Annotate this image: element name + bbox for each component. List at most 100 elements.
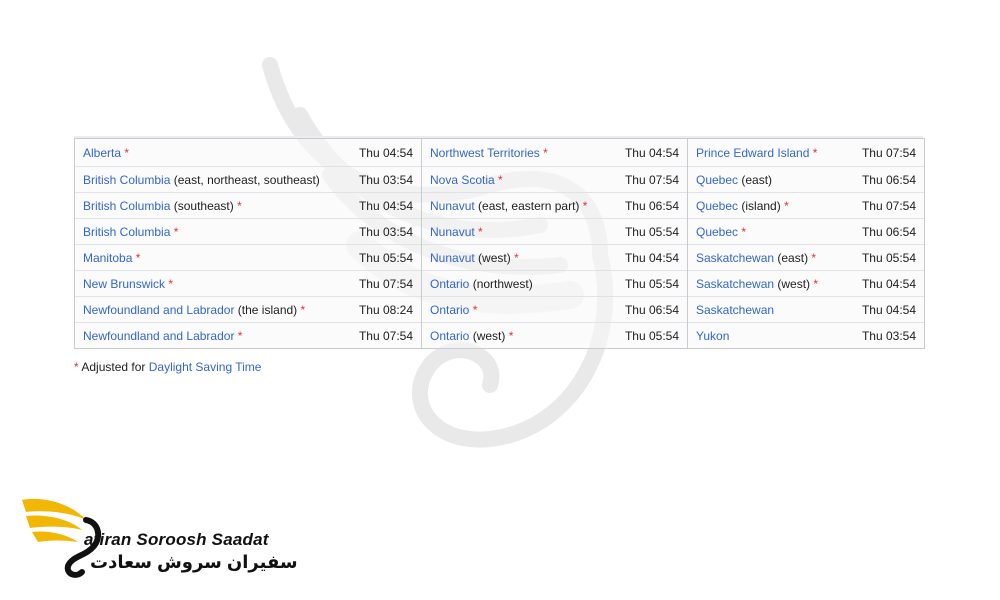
table-row: Nova Scotia * Thu 07:54 — [422, 166, 687, 192]
location-link[interactable]: Ontario — [430, 277, 469, 291]
location-link[interactable]: Quebec — [696, 225, 738, 239]
location-link[interactable]: Yukon — [696, 329, 729, 343]
location-link[interactable]: Quebec — [696, 173, 738, 187]
location-cell: British Columbia * — [83, 225, 178, 239]
local-time: Thu 03:54 — [358, 224, 413, 239]
location-cell: British Columbia (east, northeast, south… — [83, 173, 320, 187]
local-time: Thu 06:54 — [861, 172, 916, 187]
location-link[interactable]: British Columbia — [83, 225, 170, 239]
local-time: Thu 06:54 — [861, 224, 916, 239]
location-link[interactable]: British Columbia — [83, 199, 170, 213]
daylight-saving-time-link[interactable]: Daylight Saving Time — [149, 360, 262, 374]
dst-asterisk: * — [812, 145, 818, 160]
location-link[interactable]: Saskatchewan — [696, 303, 774, 317]
location-link[interactable]: Manitoba — [83, 251, 132, 265]
location-link[interactable]: Saskatchewan — [696, 277, 774, 291]
local-time: Thu 03:54 — [358, 172, 413, 187]
local-time: Thu 04:54 — [624, 145, 679, 160]
location-link[interactable]: Nunavut — [430, 251, 475, 265]
footnote-text: Adjusted for — [81, 360, 146, 374]
location-link[interactable]: Nova Scotia — [430, 173, 495, 187]
dst-asterisk: * — [478, 224, 483, 239]
table-row: British Columbia * Thu 03:54 — [75, 218, 421, 244]
local-time: Thu 07:54 — [861, 198, 916, 213]
location-link[interactable]: Newfoundland and Labrador — [83, 329, 234, 343]
local-time: Thu 07:54 — [861, 145, 916, 160]
location-cell: Quebec * — [696, 225, 746, 239]
dst-asterisk: * — [784, 198, 789, 213]
footnote: * Adjusted for Daylight Saving Time — [74, 360, 261, 374]
table-row: Saskatchewan Thu 04:54 — [688, 296, 924, 322]
dst-asterisk: * — [811, 250, 817, 265]
location-cell: Ontario * — [430, 303, 477, 317]
location-link[interactable]: British Columbia — [83, 173, 170, 187]
location-cell: Saskatchewan — [696, 303, 774, 317]
location-link[interactable]: Alberta — [83, 146, 121, 160]
dst-asterisk: * — [237, 328, 243, 343]
location-note: (island) — [741, 198, 781, 213]
location-note: (east, eastern part) — [478, 198, 580, 213]
timezone-column-1: Alberta * Thu 04:54 British Columbia (east… — [75, 139, 421, 348]
table-row: Ontario (northwest) Thu 05:54 — [422, 270, 687, 296]
local-time: Thu 04:54 — [358, 198, 413, 213]
dst-asterisk: * — [582, 198, 588, 213]
local-time: Thu 04:54 — [861, 302, 916, 317]
location-link[interactable]: Northwest Territories — [430, 146, 540, 160]
footnote-asterisk: * — [74, 360, 79, 374]
dst-asterisk: * — [135, 250, 141, 265]
logo-persian-text: سفیران سروش سعادت — [90, 552, 298, 572]
table-row: Quebec * Thu 06:54 — [688, 218, 924, 244]
location-note: (east) — [741, 172, 773, 187]
location-cell: Manitoba * — [83, 251, 140, 265]
local-time: Thu 04:54 — [861, 276, 916, 291]
dst-asterisk: * — [124, 145, 130, 160]
local-time: Thu 04:54 — [624, 250, 679, 265]
location-note: (the island) — [237, 302, 298, 317]
dst-asterisk: * — [543, 145, 548, 160]
location-cell: Newfoundland and Labrador * — [83, 329, 242, 343]
table-row: Newfoundland and Labrador (the island) *… — [75, 296, 421, 322]
table-row: British Columbia (southeast) * Thu 04:54 — [75, 192, 421, 218]
location-link[interactable]: Prince Edward Island — [696, 146, 809, 160]
location-cell: Newfoundland and Labrador (the island) * — [83, 303, 305, 317]
local-time: Thu 07:54 — [624, 172, 679, 187]
table-row: Yukon Thu 03:54 — [688, 322, 924, 348]
table-row: Prince Edward Island * Thu 07:54 — [688, 139, 924, 166]
table-row: New Brunswick * Thu 07:54 — [75, 270, 421, 296]
table-row: Manitoba * Thu 05:54 — [75, 244, 421, 270]
location-cell: Northwest Territories * — [430, 146, 548, 160]
location-cell: New Brunswick * — [83, 277, 173, 291]
local-time: Thu 07:54 — [358, 276, 413, 291]
local-time: Thu 08:24 — [358, 302, 413, 317]
location-note: (west) — [478, 250, 511, 265]
location-note: (west) — [472, 328, 506, 343]
location-cell: Alberta * — [83, 146, 129, 160]
location-link[interactable]: Ontario — [430, 329, 469, 343]
location-note: (east) — [777, 250, 809, 265]
location-link[interactable]: Newfoundland and Labrador — [83, 303, 234, 317]
location-link[interactable]: Nunavut — [430, 225, 475, 239]
location-link[interactable]: Quebec — [696, 199, 738, 213]
dst-asterisk: * — [168, 276, 174, 291]
timezone-column-3: Prince Edward Island * Thu 07:54 Quebec (e… — [687, 139, 924, 348]
location-link[interactable]: Nunavut — [430, 199, 475, 213]
location-cell: Yukon — [696, 329, 729, 343]
table-row: British Columbia (east, northeast, south… — [75, 166, 421, 192]
table-row: Ontario (west) * Thu 05:54 — [422, 322, 687, 348]
dst-asterisk: * — [813, 276, 819, 291]
location-link[interactable]: New Brunswick — [83, 277, 165, 291]
location-cell: Quebec (island) * — [696, 199, 789, 213]
dst-asterisk: * — [508, 328, 514, 343]
location-link[interactable]: Ontario — [430, 303, 469, 317]
local-time: Thu 03:54 — [861, 328, 916, 343]
table-row: Newfoundland and Labrador * Thu 07:54 — [75, 322, 421, 348]
local-time: Thu 05:54 — [624, 328, 679, 343]
table-row: Alberta * Thu 04:54 — [75, 139, 421, 166]
local-time: Thu 05:54 — [624, 276, 679, 291]
location-cell: Saskatchewan (east) * — [696, 251, 816, 265]
location-cell: Quebec (east) — [696, 173, 772, 187]
location-link[interactable]: Saskatchewan — [696, 251, 774, 265]
location-cell: Prince Edward Island * — [696, 146, 817, 160]
table-row: Ontario * Thu 06:54 — [422, 296, 687, 322]
local-time: Thu 04:54 — [358, 145, 413, 160]
